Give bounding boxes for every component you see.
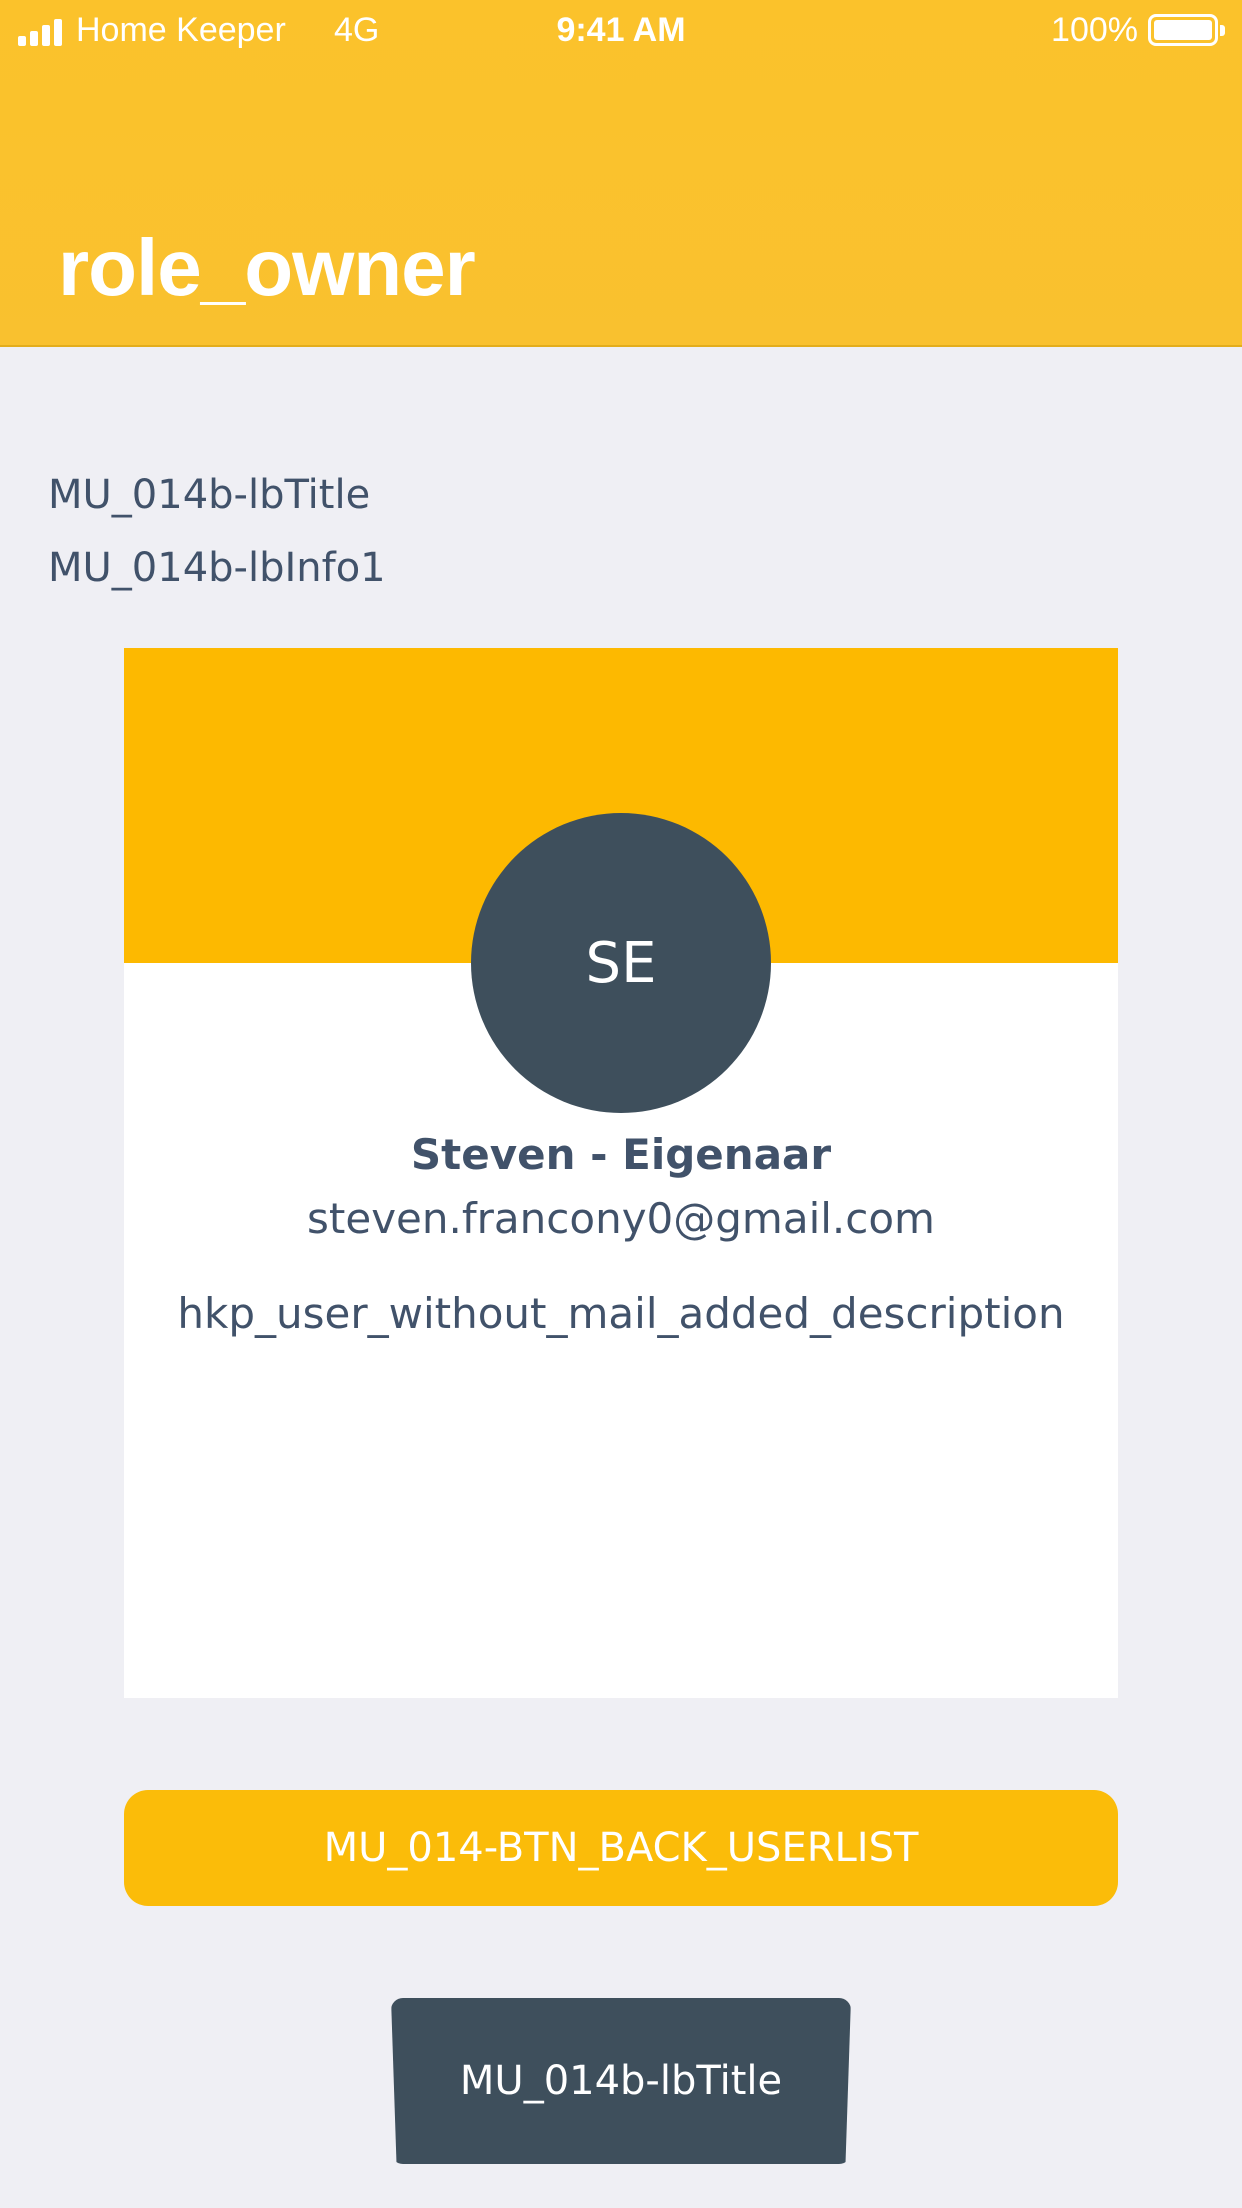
- back-to-userlist-button[interactable]: MU_014-BTN_BACK_USERLIST: [124, 1790, 1118, 1906]
- avatar: SE: [471, 813, 771, 1113]
- battery-percentage: 100%: [1051, 11, 1138, 49]
- section-title: MU_014b-lbTitle: [48, 472, 371, 518]
- battery-icon: [1148, 14, 1225, 46]
- avatar-initials: SE: [585, 930, 657, 996]
- user-card: SE Steven - Eigenaar steven.francony0@gm…: [124, 648, 1118, 1698]
- user-email: steven.francony0@gmail.com: [307, 1194, 935, 1243]
- user-description: hkp_user_without_mail_added_description: [177, 1289, 1065, 1338]
- bottom-action-label: MU_014b-lbTitle: [459, 2058, 783, 2104]
- back-to-userlist-label: MU_014-BTN_BACK_USERLIST: [323, 1825, 919, 1871]
- app-header: Home Keeper 4G 9:41 AM 100% role_owner: [0, 0, 1242, 347]
- user-name: Steven - Eigenaar: [410, 1130, 832, 1179]
- bottom-action-button[interactable]: MU_014b-lbTitle: [391, 1998, 851, 2164]
- section-info: MU_014b-lbInfo1: [48, 545, 386, 591]
- status-bar: Home Keeper 4G 9:41 AM 100%: [0, 0, 1242, 62]
- page-title: role_owner: [58, 223, 476, 312]
- battery-fill: [1154, 20, 1212, 40]
